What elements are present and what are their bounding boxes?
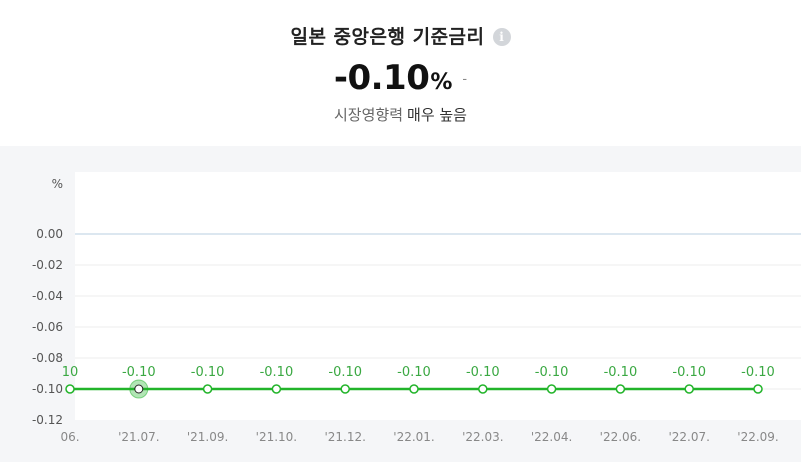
data-point [409,384,419,394]
info-icon[interactable]: i [492,28,511,46]
value-row: -0.10% - [0,58,801,98]
page-title: 일본 중앙은행 기준금리 [290,26,485,48]
y-tick-label: -0.02 [32,258,63,272]
data-label: -0.10 [191,365,225,380]
data-label: -0.10 [466,365,500,380]
x-tick-label: '22.07. [668,430,709,444]
data-label: -0.10 [260,365,294,380]
value-change: - [462,72,468,87]
impact-level: 매우 높음 [407,106,467,124]
y-tick-label: -0.06 [32,320,63,334]
data-label: -0.10 [328,365,362,380]
data-label: -0.10 [122,365,156,380]
y-tick-label: 0.00 [36,227,63,241]
y-tick-label: -0.10 [32,382,63,396]
x-tick-label: '22.03. [462,430,503,444]
data-label: -0.10 [672,365,706,380]
data-point [684,384,694,394]
data-point [271,384,282,394]
impact-label: 시장영향력 [334,106,404,124]
line-chart: % 0.00 -0.10 -0.12 -0.06 -0.08 -0.04 -0.02 06. '2… [32,172,801,444]
x-tick-label: '21.07. [118,430,159,444]
x-tick-label: '22.04. [531,430,572,444]
x-tick-label: '22.09. [737,430,778,444]
data-point [615,384,626,394]
y-tick-label: -0.08 [32,351,63,365]
indicator-header: 일본 중앙은행 기준금리 i -0.10% - 시장영향력 매우 높음 [0,0,801,146]
x-tick-label: '22.01. [393,430,434,444]
data-label: 10 [62,365,79,380]
data-point [753,384,763,394]
market-impact: 시장영향력 매우 높음 [0,104,801,125]
data-label: -0.10 [535,365,569,380]
x-tick-label: '22.06. [600,430,641,444]
data-point [340,384,350,394]
chart-area: % 0.00 -0.10 -0.12 -0.06 -0.08 -0.04 -0.02 06. '2… [0,146,801,462]
title-row: 일본 중앙은행 기준금리 i [0,22,801,49]
data-point [134,384,144,394]
value-unit: % [430,70,453,95]
data-label: -0.10 [397,365,431,380]
x-tick-label: '21.10. [256,430,297,444]
data-label: -0.10 [741,365,775,380]
data-point [546,384,557,394]
y-tick-label: -0.04 [32,289,63,303]
data-point [202,384,213,394]
current-value: -0.10 [333,58,430,98]
y-axis-unit: % [52,177,63,191]
x-tick-label: '21.09. [187,430,228,444]
x-tick-label: '21.12. [324,430,365,444]
data-point [478,384,488,394]
x-tick-label: 06. [60,430,79,444]
y-tick-label: -0.12 [32,413,63,427]
data-label: -0.10 [604,365,638,380]
data-point [65,384,75,394]
